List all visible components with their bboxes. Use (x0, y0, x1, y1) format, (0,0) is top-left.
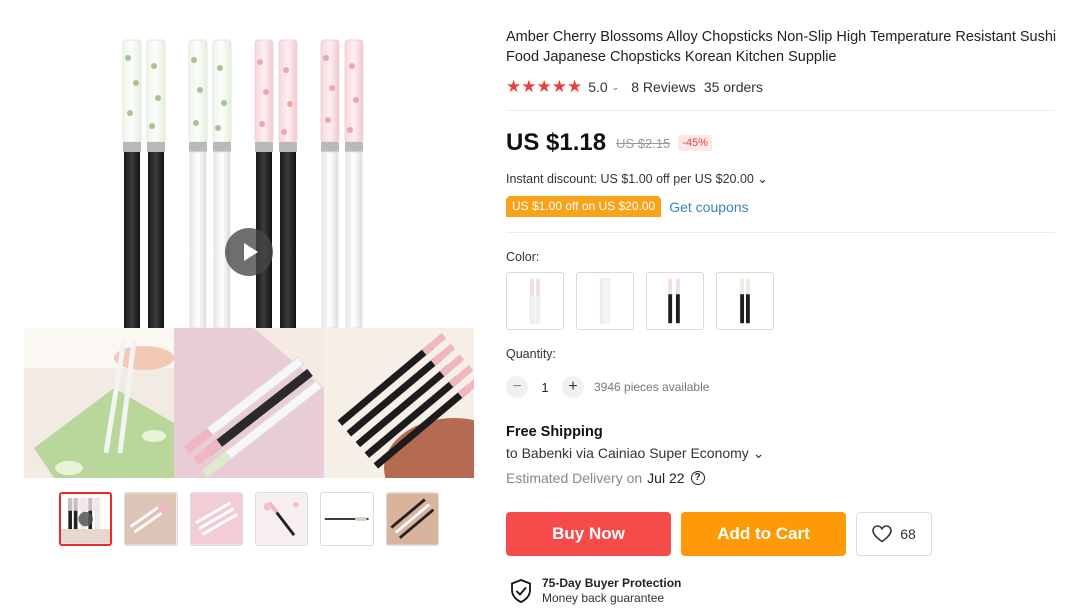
color-option-4[interactable] (716, 272, 774, 330)
reviews-link[interactable]: 8 Reviews (631, 79, 696, 95)
collage-tile-tray (174, 328, 324, 478)
buyer-protection: 75-Day Buyer Protection Money back guara… (510, 576, 681, 606)
video-play-button[interactable] (225, 228, 273, 276)
shield-check-icon (511, 579, 531, 603)
main-product-image[interactable] (24, 28, 474, 478)
chevron-down-icon[interactable]: ⌄ (612, 82, 620, 93)
instant-discount[interactable]: Instant discount: US $1.00 off per US $2… (506, 171, 768, 186)
orders-count: 35 orders (703, 79, 763, 95)
thumbnail-2[interactable] (124, 492, 178, 546)
thumbnail-6[interactable] (385, 492, 439, 546)
stock-available: 3946 pieces available (594, 380, 710, 394)
quantity-label: Quantity: (506, 347, 557, 361)
divider (506, 110, 1055, 111)
coupon-tag: US $1.00 off on US $20.00 (506, 196, 661, 217)
get-coupons-link[interactable]: Get coupons (669, 199, 748, 215)
rating-stars: ★★★★★ (506, 77, 583, 96)
delivery-date: Jul 22 (647, 470, 685, 486)
wishlist-button[interactable]: 68 (856, 512, 932, 556)
thumbnail-strip (59, 492, 439, 546)
thumbnail-image (386, 493, 438, 545)
color-option-1[interactable] (506, 272, 564, 330)
color-option-2[interactable] (576, 272, 634, 330)
thumbnail-5[interactable] (320, 492, 374, 546)
wishlist-count: 68 (900, 526, 916, 542)
add-to-cart-button[interactable]: Add to Cart (681, 512, 846, 556)
swatch-image (507, 273, 563, 329)
heart-icon (872, 525, 892, 543)
color-label: Color: (506, 250, 540, 264)
action-buttons: Buy Now Add to Cart 68 (506, 512, 932, 556)
color-swatches (506, 272, 774, 330)
protection-subtitle: Money back guarantee (542, 591, 665, 605)
delivery-label: Estimated Delivery on (506, 470, 643, 486)
protection-text: 75-Day Buyer Protection Money back guara… (542, 576, 681, 606)
rating-value[interactable]: 5.0 (588, 79, 607, 95)
collage-tile-black (324, 328, 474, 478)
thumbnail-image (321, 493, 373, 545)
quantity-input[interactable]: 1 (528, 380, 562, 395)
collage-tile-hand (24, 328, 174, 478)
thumbnail-image (256, 493, 308, 545)
shipping-title: Free Shipping (506, 424, 603, 440)
thumbnail-image (125, 493, 177, 545)
color-option-3[interactable] (646, 272, 704, 330)
buy-now-button[interactable]: Buy Now (506, 512, 671, 556)
increase-quantity-button[interactable]: + (562, 376, 584, 398)
product-gallery (0, 0, 490, 613)
swatch-image (647, 273, 703, 329)
thumbnail-4[interactable] (255, 492, 309, 546)
help-icon[interactable]: ? (690, 471, 705, 485)
discount-badge: -45% (678, 135, 712, 151)
thumbnail-image (190, 493, 243, 545)
thumbnail-image (61, 494, 111, 544)
shipping-method[interactable]: to Babenki via Cainiao Super Economy ⌄ (506, 445, 764, 462)
delivery-estimate: Estimated Delivery on Jul 22 ? (506, 470, 705, 486)
product-title: Amber Cherry Blossoms Alloy Chopsticks N… (506, 29, 1057, 65)
price-row: US $1.18 US $2.15 -45% (506, 129, 712, 157)
swatch-image (717, 273, 773, 329)
current-price: US $1.18 (506, 129, 607, 156)
rating-row: ★★★★★ 5.0 ⌄ 8 Reviews 35 orders (506, 77, 763, 97)
coupon-row: US $1.00 off on US $20.00 Get coupons (506, 196, 749, 217)
original-price: US $2.15 (616, 135, 671, 151)
divider (506, 232, 1055, 233)
swatch-image (577, 273, 633, 329)
protection-title: 75-Day Buyer Protection (542, 576, 682, 590)
thumbnail-1[interactable] (59, 492, 113, 546)
quantity-stepper: − 1 + 3946 pieces available (506, 376, 709, 398)
decrease-quantity-button[interactable]: − (506, 376, 528, 398)
thumbnail-3[interactable] (189, 492, 244, 546)
